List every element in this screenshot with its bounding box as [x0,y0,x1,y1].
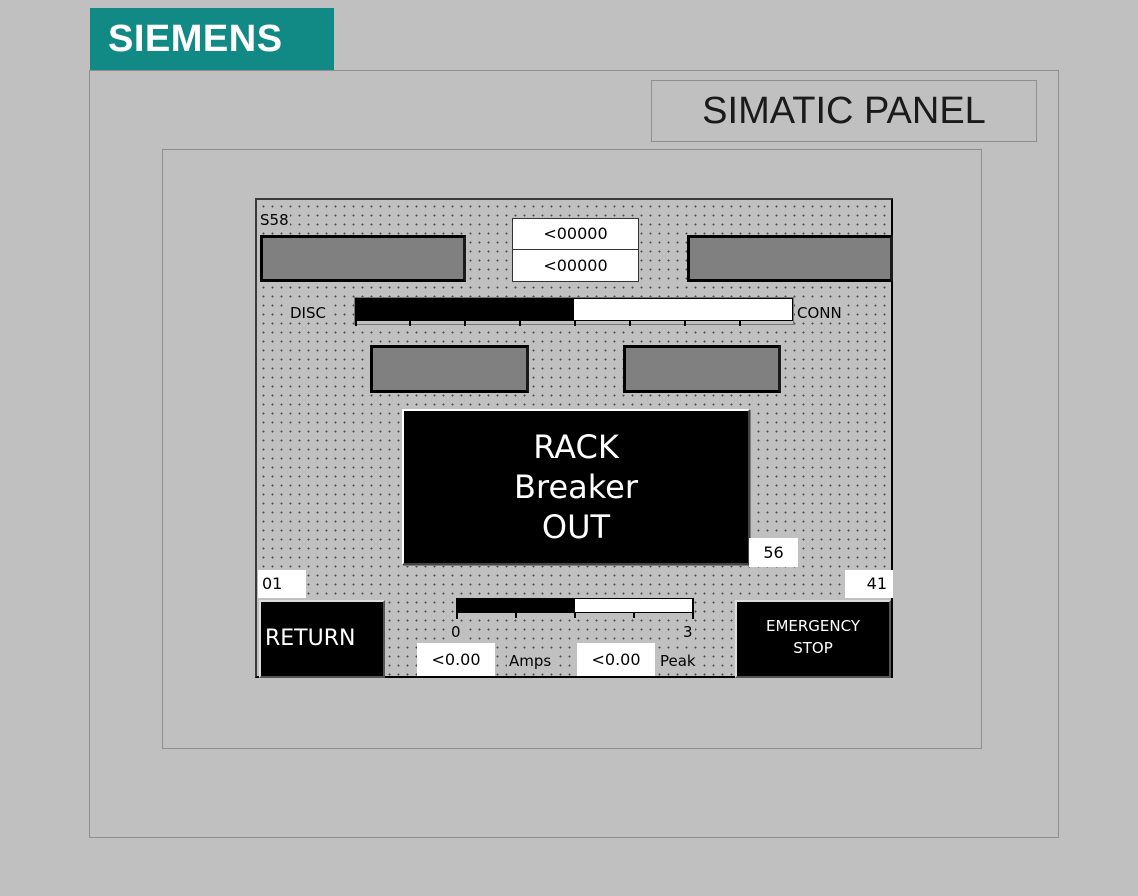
counter-field-1: <00000 [512,218,639,250]
estop-line-1: EMERGENCY [765,617,860,635]
position-bar-tick [464,320,466,326]
screen-number: 56 [749,538,798,567]
panel-title: SIMATIC PANEL [651,80,1037,142]
amps-bar-end-left [456,598,458,619]
position-bar-tick [355,320,357,326]
next-screen-number: 41 [845,570,893,598]
amps-bar-end-right [692,598,694,619]
conn-label: CONN [795,304,844,322]
position-bar-track [355,298,793,321]
position-bar [354,297,794,326]
siemens-logo: SIEMENS [90,8,334,70]
amps-bar-tick [633,613,635,618]
counter-field-2: <00000 [512,249,639,282]
amps-bar-tick [515,613,517,618]
peak-value-field: <0.00 [577,643,655,676]
status-indicator-mid-left [370,345,529,393]
status-indicator-mid-right [623,345,781,393]
amps-bar [456,598,694,618]
amps-unit-label: Amps [507,652,554,670]
position-bar-tick [519,320,521,326]
return-button[interactable]: RETURN [259,600,385,678]
amps-max-label: 3 [681,623,695,641]
disc-label: DISC [288,304,328,322]
status-line-3: OUT [541,508,611,546]
position-bar-tick [629,320,631,326]
status-line-2: Breaker [514,468,638,506]
status-indicator-top-left [260,235,466,282]
breaker-status-display: RACK Breaker OUT [402,409,750,565]
amps-bar-tick [574,613,576,618]
position-bar-tick [574,320,576,326]
peak-unit-label: Peak [658,652,698,670]
prev-screen-number: 01 [258,570,306,598]
amps-bar-fill [457,599,575,612]
estop-line-2: STOP [793,639,833,657]
emergency-stop-button[interactable]: EMERGENCY STOP [735,600,891,678]
hmi-screen: S58 <00000 <00000 DISC CONN RACK Breaker… [255,198,893,678]
position-bar-fill [356,299,574,320]
amps-min-label: 0 [449,623,463,641]
status-line-1: RACK [533,428,619,466]
position-bar-tick [739,320,741,326]
status-indicator-top-right [687,235,893,282]
position-bar-tick [684,320,686,326]
station-label: S58 [259,211,290,229]
position-bar-tick [409,320,411,326]
amps-value-field: <0.00 [417,643,495,676]
